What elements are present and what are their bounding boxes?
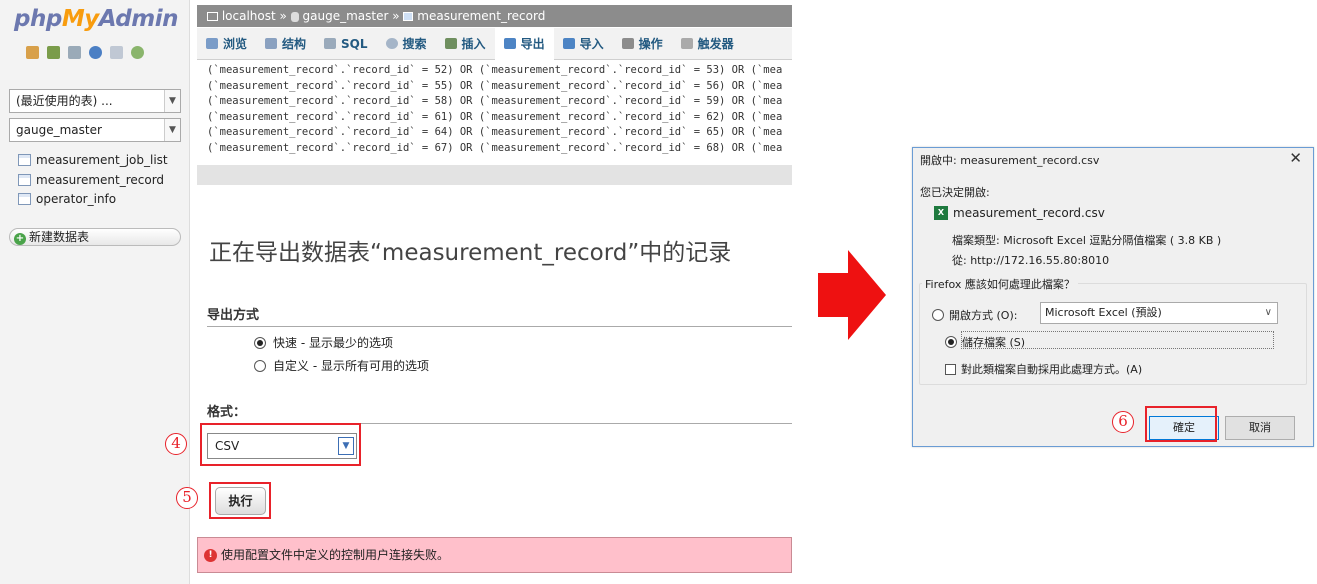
sql-box-footer <box>197 165 792 185</box>
structure-icon <box>265 38 278 49</box>
table-icon <box>18 193 31 205</box>
right-arrow-icon <box>818 250 886 340</box>
sql-query-box: (`measurement_record`.`record_id` = 52) … <box>197 60 792 170</box>
navigation-sidebar: phpMyAdmin (最近使用的表) ... ▼ gauge_master ▼… <box>0 0 190 584</box>
chevron-down-icon: ▼ <box>164 119 180 141</box>
page-title: 正在导出数据表“measurement_record”中的记录 <box>209 240 732 266</box>
phpmyadmin-logo[interactable]: phpMyAdmin <box>14 6 178 32</box>
radio-quick[interactable] <box>254 336 266 349</box>
sidebar-icon-row <box>26 46 144 59</box>
chevron-down-icon: ∨ <box>1264 307 1272 318</box>
save-file-option[interactable]: 儲存檔案 (S) <box>945 334 1025 350</box>
chevron-down-icon: ▼ <box>164 90 180 112</box>
table-icon <box>403 12 414 21</box>
import-icon <box>562 38 575 49</box>
auto-apply-option[interactable]: 對此類檔案自動採用此處理方式。(A) <box>945 361 1142 377</box>
error-icon: ! <box>204 549 217 562</box>
step-4-marker: 4 <box>165 433 187 455</box>
sql-line: (`measurement_record`.`record_id` = 58) … <box>207 95 783 107</box>
sql-line: (`measurement_record`.`record_id` = 52) … <box>207 64 783 76</box>
sidebar-table-item[interactable]: measurement_job_list <box>18 153 168 167</box>
breadcrumb-server[interactable]: localhost <box>222 9 276 23</box>
dialog-decided-label: 您已決定開啟: <box>920 186 990 199</box>
highlight-format-select <box>200 423 361 466</box>
tab-structure[interactable]: 结构 <box>256 28 315 60</box>
table-tabs: 浏览 结构 SQL 搜索 插入 导出 导入 操作 触发器 <box>197 27 792 60</box>
docs-icon[interactable] <box>110 46 123 59</box>
dialog-title: 開啟中: measurement_record.csv <box>920 154 1100 167</box>
database-select[interactable]: gauge_master ▼ <box>9 118 181 142</box>
tab-triggers[interactable]: 触发器 <box>672 28 743 60</box>
cancel-button[interactable]: 取消 <box>1225 416 1295 440</box>
open-with-option[interactable]: 開啟方式 (O): <box>932 307 1017 323</box>
sql-icon <box>324 38 337 49</box>
main-content: localhost » gauge_master » measurement_r… <box>197 0 792 584</box>
highlight-ok-button <box>1145 406 1217 442</box>
sql-line: (`measurement_record`.`record_id` = 64) … <box>207 126 783 138</box>
db-icon[interactable] <box>47 46 60 59</box>
tab-browse[interactable]: 浏览 <box>197 28 256 60</box>
settings-icon[interactable] <box>131 46 144 59</box>
search-icon <box>385 38 398 49</box>
step-5-marker: 5 <box>176 487 198 509</box>
error-message: ! 使用配置文件中定义的控制用户连接失败。 <box>197 537 792 573</box>
home-icon[interactable] <box>26 46 39 59</box>
open-with-app-select[interactable]: Microsoft Excel (預設) ∨ <box>1040 302 1278 324</box>
sidebar-table-item[interactable]: operator_info <box>18 192 116 206</box>
sql-icon[interactable] <box>68 46 81 59</box>
dialog-file-type: 檔案類型: Microsoft Excel 逗點分隔值檔案 ( 3.8 KB ) <box>952 234 1222 247</box>
tab-import[interactable]: 导入 <box>554 28 613 60</box>
breadcrumb-table[interactable]: measurement_record <box>417 9 545 23</box>
browse-icon <box>206 38 218 49</box>
auto-apply-checkbox[interactable] <box>945 363 956 375</box>
new-table-button[interactable]: + 新建数据表 <box>9 228 181 246</box>
sidebar-table-item[interactable]: measurement_record <box>18 173 164 187</box>
sql-line: (`measurement_record`.`record_id` = 55) … <box>207 79 783 92</box>
tab-insert[interactable]: 插入 <box>436 28 495 60</box>
csv-file-icon: X <box>934 206 948 220</box>
export-method-heading: 导出方式 <box>207 304 792 327</box>
operations-icon <box>621 38 634 49</box>
export-icon <box>503 38 516 49</box>
recent-tables-select[interactable]: (最近使用的表) ... ▼ <box>9 89 181 113</box>
tab-operations[interactable]: 操作 <box>613 28 672 60</box>
help-icon[interactable] <box>89 46 102 59</box>
tab-search[interactable]: 搜索 <box>377 28 436 60</box>
sql-line: (`measurement_record`.`record_id` = 67) … <box>207 141 783 154</box>
open-file-dialog: 開啟中: measurement_record.csv ✕ 您已決定開啟: X … <box>912 147 1314 447</box>
table-icon <box>18 174 31 186</box>
export-method-quick[interactable]: 快速 - 显示最少的选项 <box>254 334 393 351</box>
dialog-filename: X measurement_record.csv <box>934 206 1105 220</box>
dialog-file-source: 從: http://172.16.55.80:8010 <box>952 254 1110 267</box>
table-icon <box>18 154 31 166</box>
phpmyadmin-window: phpMyAdmin (最近使用的表) ... ▼ gauge_master ▼… <box>0 0 792 584</box>
radio-custom[interactable] <box>254 359 266 372</box>
tab-export[interactable]: 导出 <box>494 27 554 60</box>
sql-line: (`measurement_record`.`record_id` = 61) … <box>207 110 783 123</box>
breadcrumb-database[interactable]: gauge_master <box>303 9 389 23</box>
format-heading: 格式： <box>207 401 792 424</box>
step-6-marker: 6 <box>1112 411 1134 433</box>
database-icon <box>290 11 299 22</box>
insert-icon <box>444 38 457 49</box>
radio-save-file[interactable] <box>945 336 957 348</box>
server-icon <box>207 12 218 21</box>
breadcrumb: localhost » gauge_master » measurement_r… <box>197 5 792 27</box>
close-icon[interactable]: ✕ <box>1289 149 1302 167</box>
radio-open-with[interactable] <box>932 309 944 321</box>
export-method-custom[interactable]: 自定义 - 显示所有可用的选项 <box>254 357 429 374</box>
triggers-icon <box>680 38 693 49</box>
tab-sql[interactable]: SQL <box>315 28 377 60</box>
highlight-go-button <box>209 482 271 519</box>
handling-question: Firefox 應該如何處理此檔案？ <box>922 276 1078 292</box>
plus-icon: + <box>14 233 26 245</box>
